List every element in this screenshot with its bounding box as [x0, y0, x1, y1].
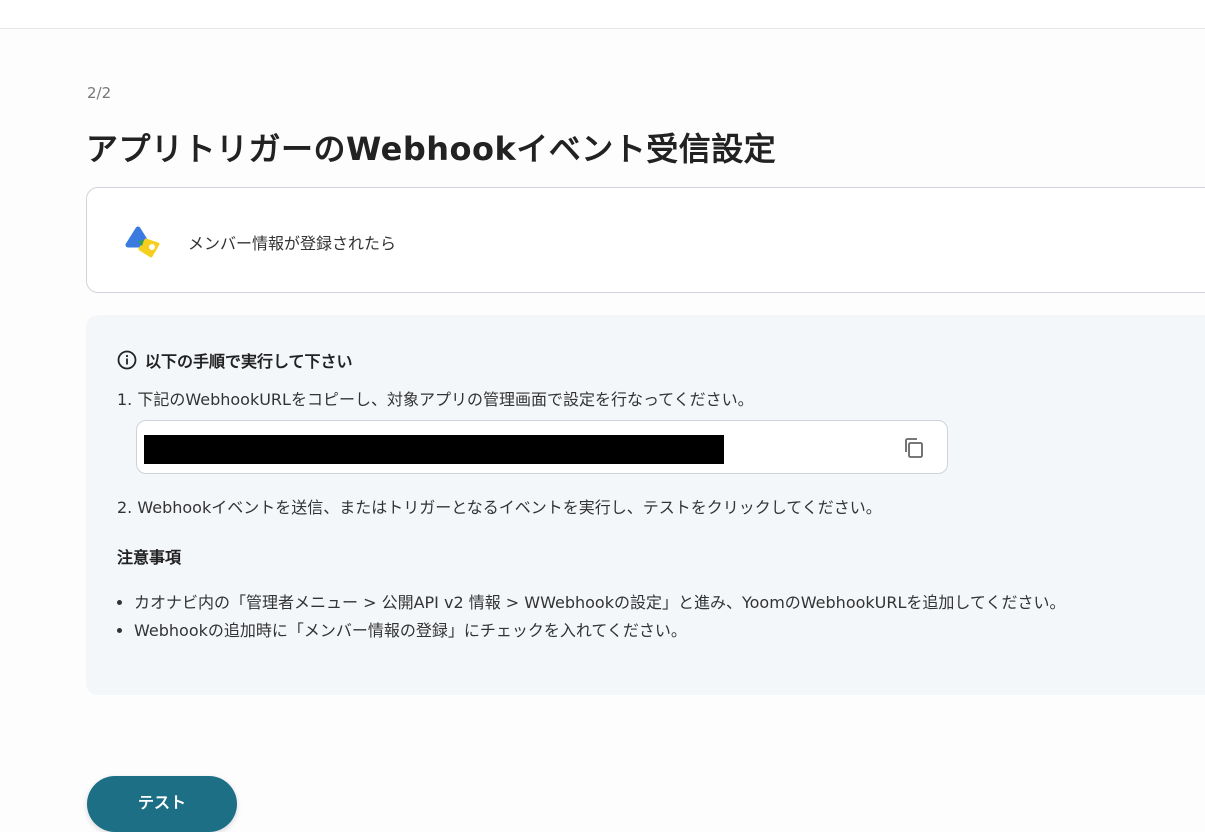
instruction-heading-text: 以下の手順で実行して下さい: [145, 352, 353, 371]
notes-heading: 注意事項: [117, 548, 182, 567]
notes-list: カオナビ内の「管理者メニュー > 公開API v2 情報 > WWebhookの…: [117, 589, 1065, 645]
trigger-label: メンバー情報が登録されたら: [188, 234, 397, 253]
note-item: Webhookの追加時に「メンバー情報の登録」にチェックを入れてください。: [134, 617, 1065, 645]
kaonavi-app-icon: [125, 226, 160, 258]
instruction-step-2: 2. Webhookイベントを送信、またはトリガーとなるイベントを実行し、テスト…: [117, 498, 882, 517]
page-title: アプリトリガーのWebhookイベント受信設定: [86, 130, 777, 168]
info-icon: [117, 350, 137, 370]
webhook-url-field[interactable]: [136, 420, 948, 474]
note-item: カオナビ内の「管理者メニュー > 公開API v2 情報 > WWebhookの…: [134, 589, 1065, 617]
instruction-panel: 以下の手順で実行して下さい 1. 下記のWebhookURLをコピーし、対象アプ…: [86, 315, 1205, 695]
copy-icon[interactable]: [901, 435, 927, 461]
step-indicator: 2/2: [87, 84, 112, 102]
top-bar: [0, 0, 1205, 29]
webhook-url-value-redacted: [144, 435, 724, 464]
test-button[interactable]: テスト: [87, 776, 237, 832]
instruction-heading: 以下の手順で実行して下さい: [117, 348, 353, 372]
trigger-card: メンバー情報が登録されたら: [86, 187, 1205, 293]
instruction-step-1: 1. 下記のWebhookURLをコピーし、対象アプリの管理画面で設定を行なって…: [117, 390, 754, 409]
